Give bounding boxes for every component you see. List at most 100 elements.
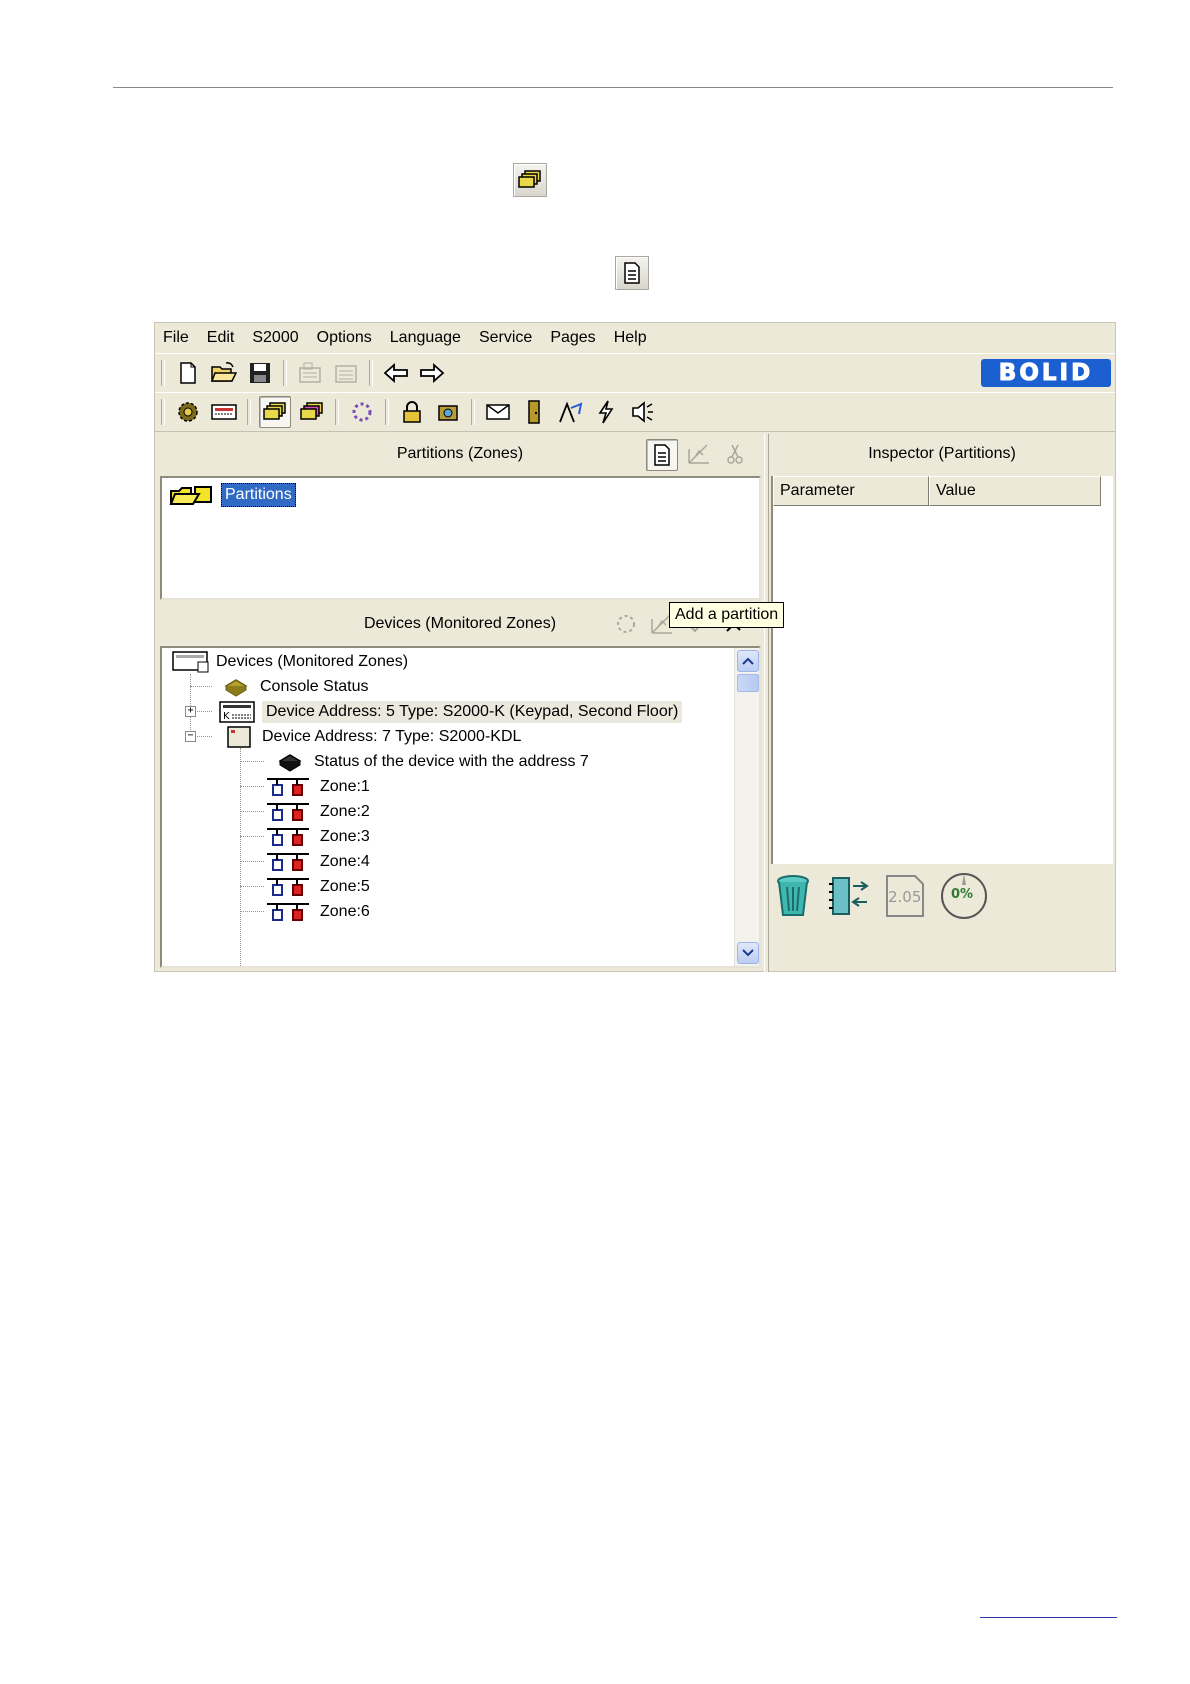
zone-loop-icon [267,828,309,846]
partitions-actions [646,439,750,471]
tree-root-devices[interactable]: Devices (Monitored Zones) [172,649,408,675]
inspector-title: Inspector (Partitions) [868,445,1016,462]
inspector-grid: Parameter Value [771,476,1113,864]
tree-item-console-status[interactable]: Console Status [222,674,369,700]
mail-envelope-icon[interactable] [483,397,513,427]
refresh-circle-icon[interactable] [347,397,377,427]
add-partition-icon-inline [615,256,649,290]
tree-item-zone[interactable]: Zone:1 [266,774,370,800]
menu-options[interactable]: Options [308,329,381,347]
forward-arrow-icon[interactable] [417,358,447,388]
toolbar-separator [161,360,165,386]
tree-item-zone[interactable]: Zone:5 [266,874,370,900]
tree-item-device-7[interactable]: Device Address: 7 Type: S2000-KDL [226,724,521,750]
progress-gauge-icon[interactable]: 0% [939,871,989,921]
menu-service[interactable]: Service [470,329,541,347]
open-folder-icon[interactable] [209,358,239,388]
logo-text: BOLID [998,360,1094,387]
device-5-label: Device Address: 5 Type: S2000-K (Keypad,… [262,701,683,723]
column-header-parameter[interactable]: Parameter [773,476,929,506]
menu-pages[interactable]: Pages [541,329,604,347]
partitions-page-icon[interactable] [259,396,291,428]
tree-item-zone[interactable]: Zone:4 [266,849,370,875]
add-partition-button[interactable] [646,439,678,471]
exchange-chip-icon[interactable] [827,874,871,918]
status-chip-icon [224,679,248,697]
progress-percent-label: 0% [951,887,974,902]
lightning-icon[interactable] [591,397,621,427]
scroll-down-button[interactable] [737,942,759,964]
zone-label: Zone:5 [320,878,370,895]
toolbar-separator [385,399,389,425]
bolid-logo: BOLID [981,359,1111,387]
users-lock-icon[interactable] [433,397,463,427]
back-arrow-icon[interactable] [381,358,411,388]
zone-label: Zone:1 [320,778,370,795]
device-7-status-label: Status of the device with the address 7 [314,753,589,770]
scroll-thumb[interactable] [737,674,759,692]
siren-sound-icon[interactable] [627,397,657,427]
toolbar-separator [335,399,339,425]
menu-bar: File Edit S2000 Options Language Service… [155,323,1115,353]
tree-line [240,911,264,912]
right-pane: Inspector (Partitions) Parameter Value 2… [769,434,1115,972]
tree-line [240,748,241,966]
black-chip-icon [278,754,302,772]
pages-toolbar [155,392,1115,432]
device-7-label: Device Address: 7 Type: S2000-KDL [262,728,522,745]
inspector-header: Inspector (Partitions) [769,434,1115,474]
tree-item-device-5[interactable]: K Device Address: 5 Type: S2000-K (Keypa… [218,699,683,725]
version-label: 2.05 [888,888,922,906]
edit-partition-icon [684,439,714,469]
app-window: File Edit S2000 Options Language Service… [154,322,1116,972]
door-icon[interactable] [519,397,549,427]
tree-line [190,674,191,734]
new-file-icon[interactable] [173,358,203,388]
partitions-toolbar-icon-inline [513,163,547,197]
partition-groups-icon[interactable] [297,397,327,427]
add-partition-tooltip: Add a partition [669,602,785,628]
toolbar-separator [369,360,373,386]
trash-bin-icon[interactable] [773,873,813,919]
zone-loop-icon [267,803,309,821]
tree-line [240,836,264,837]
partitions-root-item[interactable]: Partitions [221,483,296,507]
main-toolbar: BOLID [155,353,1115,393]
console-status-label: Console Status [260,678,369,695]
menu-file[interactable]: File [155,329,198,347]
scroll-up-button[interactable] [737,650,759,672]
toolbar-separator [471,399,475,425]
menu-s2000[interactable]: S2000 [243,329,307,347]
footer-link-underline[interactable] [980,1617,1117,1618]
zone-loop-icon [267,778,309,796]
menu-help[interactable]: Help [605,329,656,347]
refresh-devices-icon [611,609,641,639]
tree-root-label: Devices (Monitored Zones) [216,653,409,670]
keypad-device-icon[interactable] [209,397,239,427]
relay-output-icon[interactable] [555,397,585,427]
version-document-icon[interactable]: 2.05 [885,874,925,918]
collapse-minus-icon[interactable]: − [185,731,196,742]
toolbar-separator [247,399,251,425]
column-header-value[interactable]: Value [929,476,1101,506]
expand-plus-icon[interactable]: + [185,706,196,717]
devices-title: Devices (Monitored Zones) [363,615,557,632]
tree-item-device-7-status[interactable]: Status of the device with the address 7 [276,749,589,775]
page-top-rule [113,87,1113,88]
tree-item-zone[interactable]: Zone:2 [266,799,370,825]
zone-label: Zone:6 [320,903,370,920]
chevron-up-icon [742,657,754,665]
zone-label: Zone:4 [320,853,370,870]
devices-scrollbar[interactable] [734,648,759,966]
menu-language[interactable]: Language [381,329,470,347]
gear-chip-icon[interactable] [173,397,203,427]
save-disk-icon[interactable] [245,358,275,388]
tree-item-zone[interactable]: Zone:3 [266,824,370,850]
partitions-tree: Partitions [160,476,761,600]
tree-line [190,686,212,687]
tree-item-zone[interactable]: Zone:6 [266,899,370,925]
partitions-title: Partitions (Zones) [396,445,524,462]
lock-icon[interactable] [397,397,427,427]
menu-edit[interactable]: Edit [198,329,244,347]
devices-tree: + − Devices (Monitored Zones) Console St… [160,646,761,968]
